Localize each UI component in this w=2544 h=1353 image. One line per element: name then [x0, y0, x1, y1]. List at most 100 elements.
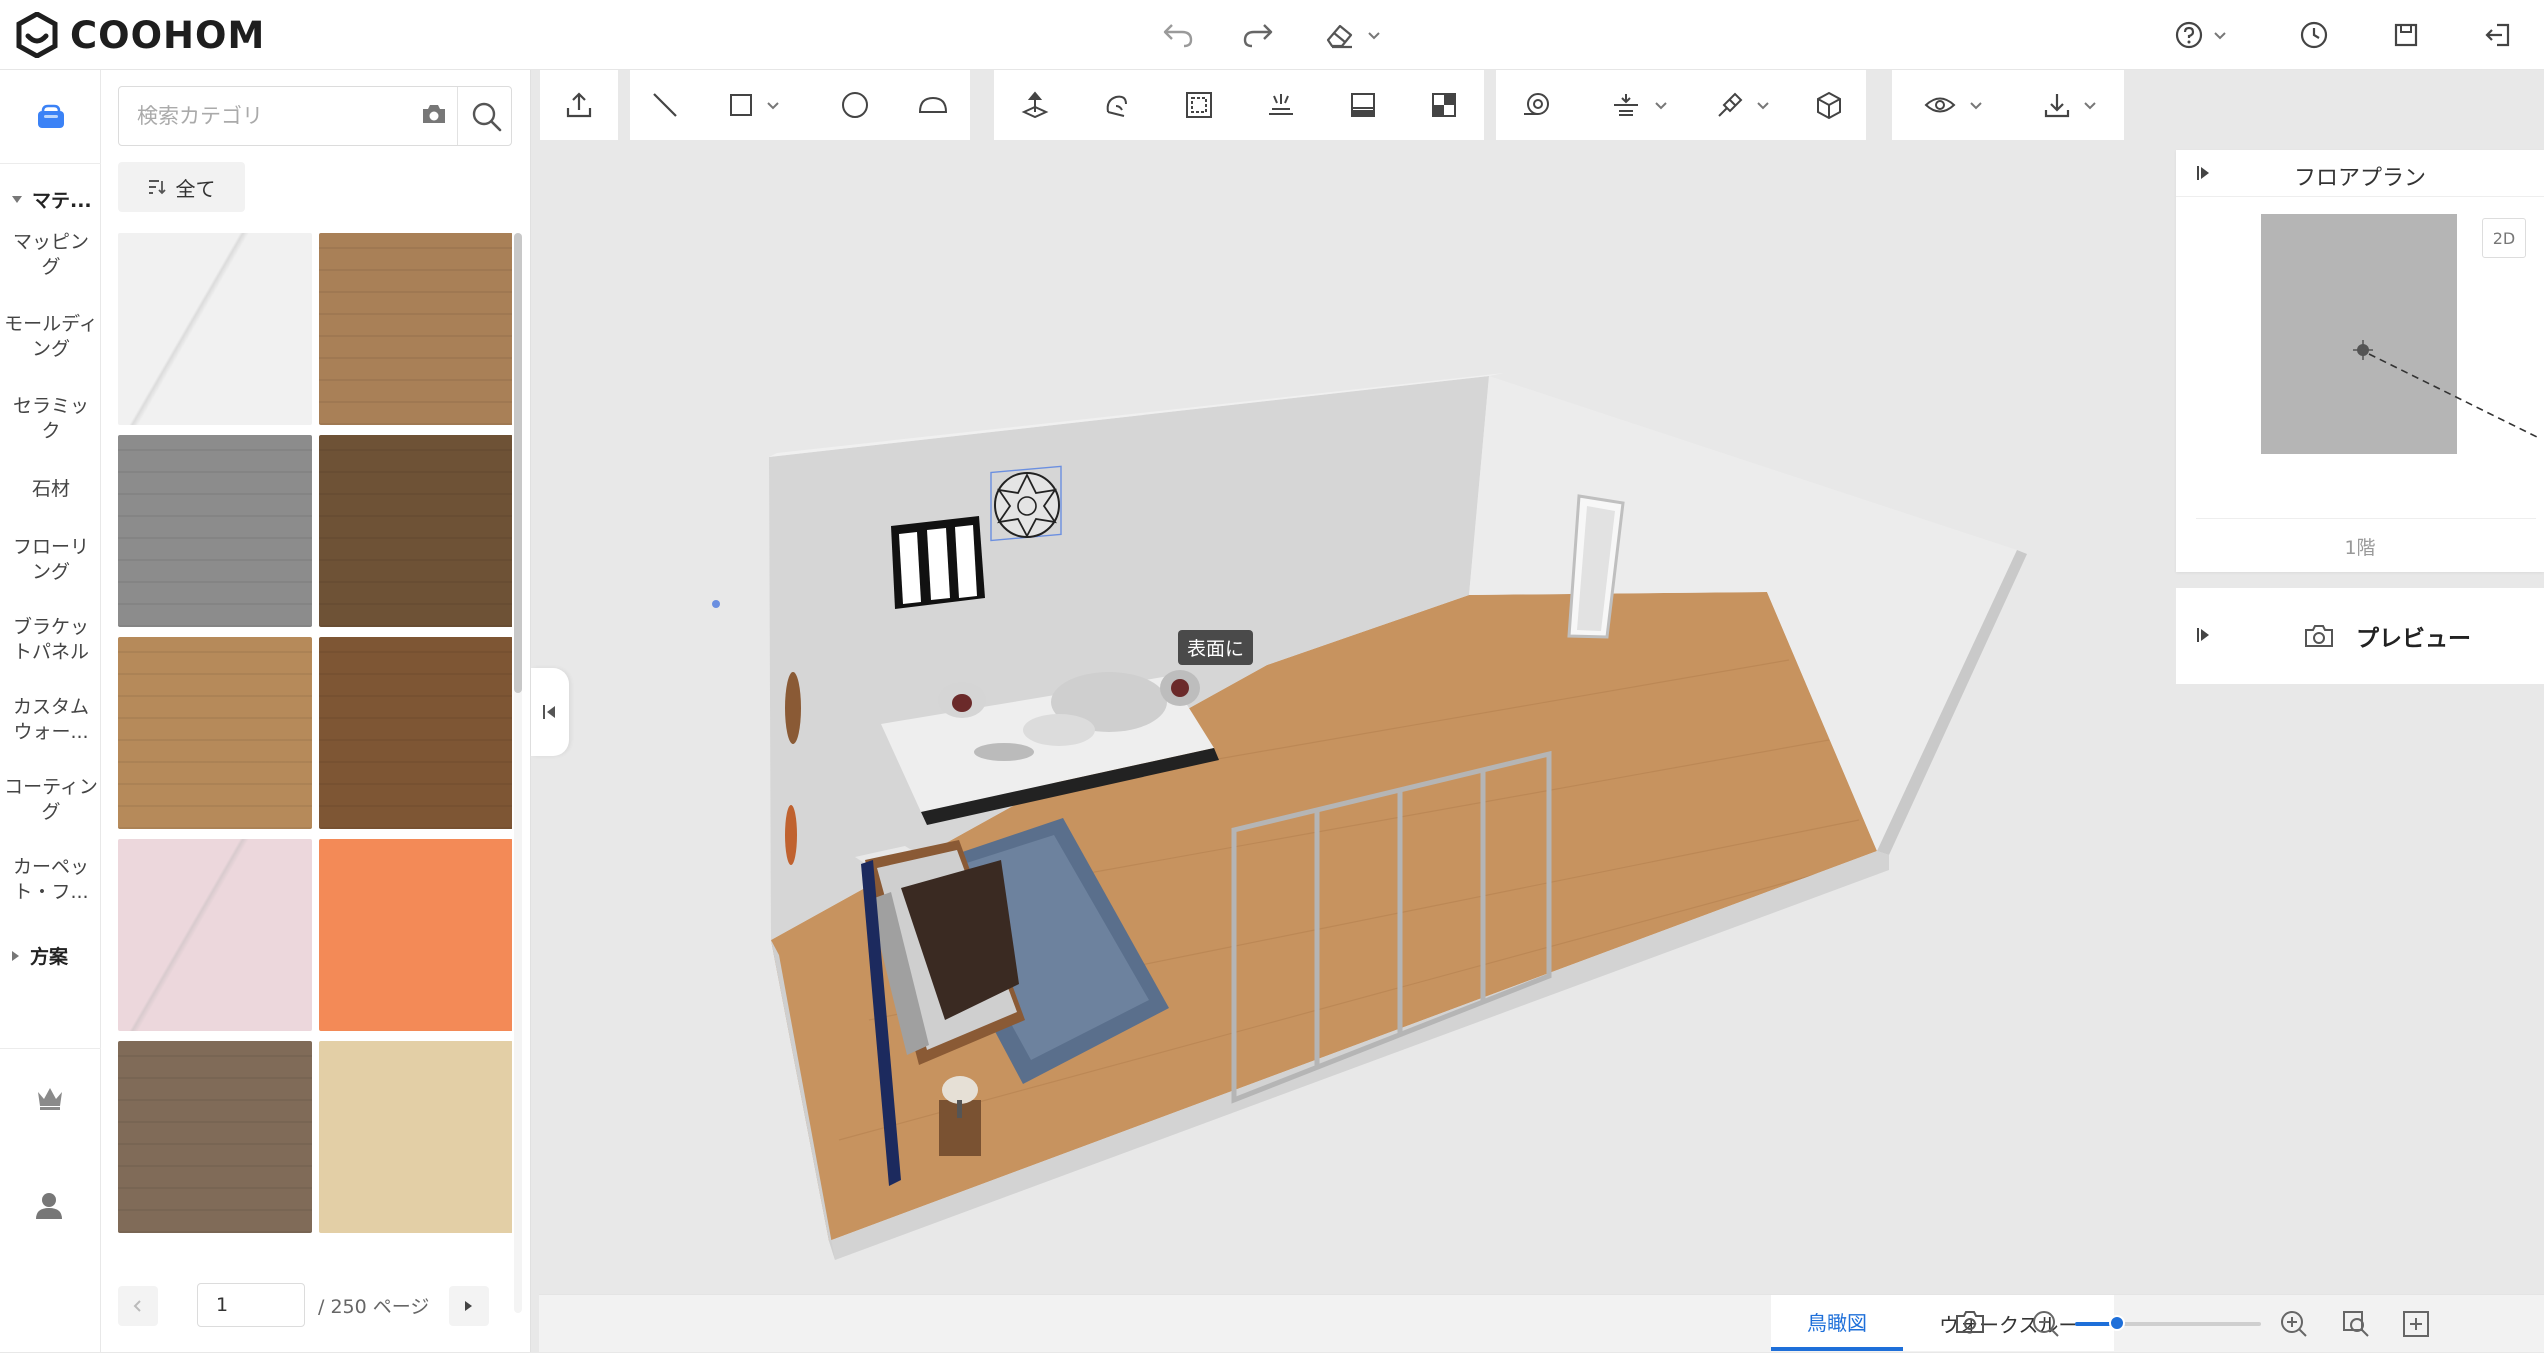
tab-birds-eye[interactable]: 鳥瞰図 [1771, 1295, 1903, 1351]
material-tile[interactable] [319, 435, 512, 627]
next-page-button[interactable] [449, 1286, 489, 1326]
cube-icon [1817, 91, 1841, 120]
floorplan-minimap[interactable] [2261, 214, 2540, 454]
chevron-down-icon [2214, 32, 2226, 40]
premium-button[interactable] [34, 1082, 66, 1116]
frame-tool[interactable] [1158, 70, 1240, 140]
redo-button[interactable] [1238, 16, 1278, 54]
search-icon[interactable] [471, 101, 503, 133]
search-box [118, 86, 512, 146]
2d-toggle-button[interactable]: 2D [2482, 218, 2526, 258]
filter-all-button[interactable]: 全て [118, 162, 245, 212]
redo-icon [1243, 24, 1273, 48]
save-icon [2394, 23, 2418, 47]
camera-search-icon[interactable] [421, 103, 447, 125]
zoom-slider[interactable] [2075, 1315, 2261, 1331]
history-button[interactable] [2294, 16, 2334, 54]
upload-icon [566, 92, 592, 118]
zoom-slider-handle[interactable] [2109, 1315, 2125, 1331]
zoom-out-icon[interactable] [2031, 1309, 2061, 1339]
material-tile[interactable] [319, 839, 512, 1031]
material-tile[interactable] [319, 1041, 512, 1233]
eye-icon [1924, 97, 1956, 113]
rail-item-stone[interactable]: 石材 [4, 477, 98, 502]
sort-icon [148, 180, 166, 195]
rail-group-materials[interactable]: マテ... [12, 186, 92, 213]
split-tool[interactable] [1404, 70, 1484, 140]
app-logo[interactable]: COOHOM [14, 12, 265, 58]
material-tile[interactable] [118, 1041, 312, 1233]
arc-icon [918, 96, 948, 113]
sweep-tool[interactable] [1076, 70, 1158, 140]
rectangle-tool[interactable] [710, 70, 800, 140]
camera-marker [2353, 340, 2540, 439]
line-tool[interactable] [630, 70, 700, 140]
floor-level-label[interactable]: 1階 [2176, 533, 2544, 560]
view-tabs: 鳥瞰図 ウォークスルー [1771, 1295, 2115, 1353]
page-number-input[interactable]: 1 [197, 1283, 305, 1327]
material-tile[interactable] [118, 435, 312, 627]
material-panel: 全て 1 / 250 ページ [101, 70, 531, 1352]
camera-settings-icon[interactable] [1955, 1309, 1987, 1337]
material-tile[interactable] [118, 637, 312, 829]
tape-measure-tool[interactable] [1496, 70, 1578, 140]
floorplan-title: フロアプラン [2293, 166, 2426, 191]
line-icon [653, 93, 677, 117]
window-frame [891, 516, 985, 609]
exit-button[interactable] [2478, 16, 2518, 54]
zoom-in-icon[interactable] [2279, 1309, 2309, 1339]
rail-item-bracket-panel[interactable]: ブラケットパネル [4, 615, 98, 665]
preview-panel[interactable]: プレビュー [2176, 588, 2544, 684]
rail-group-plan[interactable]: 方案 [12, 942, 68, 969]
undo-button[interactable] [1158, 16, 1198, 54]
zoom-fit-icon[interactable] [2341, 1309, 2371, 1339]
light-beam-icon [1269, 94, 1293, 115]
top-bar: COOHOM [0, 0, 2544, 70]
rail-materials-tab[interactable] [0, 70, 101, 164]
material-box-icon [37, 104, 64, 128]
eraser-icon [1326, 24, 1353, 49]
panel-toggle-icon[interactable] [2196, 626, 2212, 644]
panel-tool[interactable] [1322, 70, 1404, 140]
align-tool-dropdown[interactable] [1590, 70, 1690, 140]
arc-tool[interactable] [898, 70, 968, 140]
material-tile[interactable] [319, 637, 512, 829]
prev-page-button[interactable] [118, 1286, 158, 1326]
import-button[interactable] [540, 70, 618, 140]
rail-item-mapping[interactable]: マッピング [4, 230, 98, 280]
rail-item-carpet[interactable]: カーペット・フ... [4, 855, 98, 905]
material-tile[interactable] [118, 839, 312, 1031]
rail-item-molding[interactable]: モールディング [4, 312, 98, 362]
material-scrollbar[interactable] [514, 233, 522, 1313]
visibility-dropdown[interactable] [1892, 70, 2016, 140]
scroll-thumb[interactable] [514, 233, 522, 693]
account-button[interactable] [34, 1190, 64, 1224]
save-button[interactable] [2386, 16, 2426, 54]
move-icon [1021, 91, 1049, 119]
caret-right-icon [12, 950, 19, 961]
paint-tool-dropdown[interactable] [1696, 70, 1790, 140]
rail-item-ceramic[interactable]: セラミック [4, 394, 98, 444]
surface-tooltip: 表面に [1178, 630, 1254, 665]
circle-tool[interactable] [820, 70, 890, 140]
tape-measure-icon [1524, 93, 1549, 115]
help-dropdown[interactable] [2168, 16, 2234, 54]
chevron-down-icon [1368, 32, 1380, 40]
material-tile[interactable] [319, 233, 512, 425]
rail-item-flooring[interactable]: フローリング [4, 535, 98, 585]
camera-icon [2305, 625, 2333, 647]
rail-item-custom-wall[interactable]: カスタムウォー... [4, 695, 98, 745]
category-rail: マテ... マッピング モールディング セラミック 石材 フローリング ブラケッ… [0, 70, 101, 1352]
undo-icon [1163, 24, 1193, 48]
search-input[interactable] [119, 87, 419, 145]
3d-viewport[interactable]: 表面に [539, 140, 2176, 1294]
rail-item-coating[interactable]: コーティング [4, 775, 98, 825]
fullscreen-icon[interactable] [2401, 1309, 2431, 1339]
light-tool[interactable] [1240, 70, 1322, 140]
material-tile[interactable] [118, 233, 312, 425]
move-tool[interactable] [994, 70, 1076, 140]
logo-icon [16, 12, 58, 58]
3d-object-tool[interactable] [1792, 70, 1866, 140]
eraser-dropdown[interactable] [1318, 16, 1388, 54]
export-dropdown[interactable] [2016, 70, 2124, 140]
